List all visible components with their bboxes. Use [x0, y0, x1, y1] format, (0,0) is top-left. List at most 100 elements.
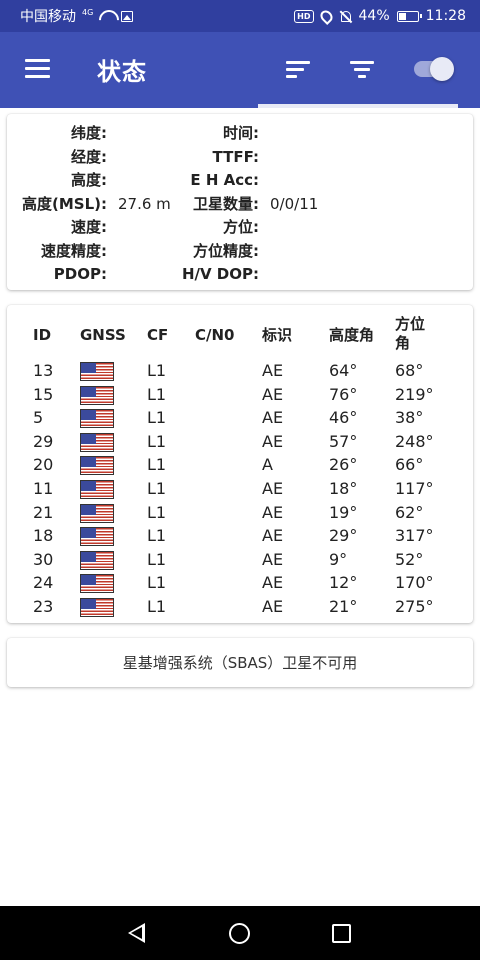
sat-id: 21	[33, 502, 54, 522]
status-value: 0/0/11	[270, 194, 319, 213]
sat-cf: L1	[147, 573, 167, 593]
header-flags: 标识	[262, 326, 293, 344]
status-label: H/V DOP:	[181, 265, 259, 283]
sat-flags: AE	[262, 431, 284, 451]
home-icon[interactable]	[229, 923, 250, 944]
clock: 11:28	[425, 8, 466, 24]
flag-canton	[81, 551, 96, 562]
status-card: 纬度: 经度: 高度: 高度(MSL): 27.6 m 速度: 速度精度: PDOP: 时间: T…	[7, 114, 473, 290]
location-icon	[317, 7, 335, 25]
sat-elevation: 18°	[329, 479, 358, 498]
sat-cf: L1	[147, 597, 167, 616]
status-label: 方位:	[223, 218, 259, 236]
status-label: 时间:	[223, 124, 259, 142]
sat-id: 20	[33, 455, 54, 475]
sat-elevation: 19°	[329, 502, 358, 522]
app-bar: 状态	[0, 32, 480, 108]
us-flag-icon	[80, 432, 114, 452]
sat-azimuth: 68°	[395, 361, 424, 380]
battery-icon	[396, 10, 422, 22]
sort-icon[interactable]	[286, 61, 310, 79]
sat-flags: AE	[262, 502, 284, 522]
status-row-right: TTFF:	[7, 146, 473, 169]
sat-elevation: 26°	[329, 455, 358, 475]
status-row-right: E H Acc:	[7, 169, 473, 192]
status-row-right: 时间:	[7, 122, 473, 145]
sat-azimuth: 248°	[395, 431, 434, 451]
sat-flags: A	[262, 455, 273, 475]
status-row-right: 卫星数量: 0/0/11	[7, 193, 473, 216]
navigation-bar	[0, 906, 480, 960]
sat-azimuth: 66°	[395, 455, 424, 475]
back-icon[interactable]	[128, 923, 145, 943]
flag-canton	[81, 528, 96, 539]
sat-elevation: 12°	[329, 573, 358, 593]
sat-azimuth: 219°	[395, 384, 434, 404]
network-badge: 4G	[82, 7, 94, 17]
sbas-message: 星基增强系统（SBAS）卫星不可用	[122, 654, 358, 672]
flag-canton	[81, 599, 96, 609]
sat-flags: AE	[262, 526, 284, 546]
carrier-label: 中国移动	[20, 9, 76, 25]
sat-id: 29	[33, 431, 54, 451]
us-flag-icon	[80, 362, 114, 381]
header-id: ID	[33, 326, 52, 344]
sat-azimuth: 38°	[395, 408, 424, 428]
sat-elevation: 29°	[329, 526, 358, 546]
us-flag-icon	[80, 385, 114, 405]
flag-canton	[81, 433, 96, 444]
recent-apps-icon[interactable]	[332, 924, 351, 943]
toggle-switch[interactable]	[412, 57, 454, 81]
sat-azimuth: 52°	[395, 549, 424, 569]
sat-azimuth: 62°	[395, 502, 424, 522]
wifi-icon	[99, 10, 115, 22]
sat-cf: L1	[147, 502, 167, 522]
sat-id: 15	[33, 384, 54, 404]
tab-indicator	[258, 104, 458, 108]
sat-flags: AE	[262, 479, 284, 498]
status-label: TTFF:	[212, 147, 259, 166]
sat-cf: L1	[147, 361, 167, 380]
flag-canton	[81, 363, 96, 373]
sat-cf: L1	[147, 526, 167, 546]
sat-id: 5	[33, 408, 44, 428]
header-azimuth-line1: 方位	[395, 315, 426, 333]
header-cf: CF	[147, 326, 169, 344]
battery-level	[398, 12, 406, 20]
flag-canton	[81, 386, 96, 397]
sat-elevation: 57°	[329, 431, 358, 451]
header-cn0: C/N0	[195, 326, 235, 344]
sat-azimuth: 117°	[395, 479, 434, 498]
sbas-card: 星基增强系统（SBAS）卫星不可用	[7, 638, 473, 687]
sat-cf: L1	[147, 408, 167, 428]
sat-id: 30	[33, 549, 54, 569]
sat-flags: AE	[262, 597, 284, 616]
us-flag-icon	[80, 480, 114, 499]
toggle-knob	[430, 57, 454, 81]
us-flag-icon	[80, 527, 114, 547]
status-row-right: 方位:	[7, 216, 473, 239]
satellite-table-card: ID GNSS CF C/N0 标识 高度角 方位 角 13 L1 AE 64° 68°…	[7, 305, 473, 623]
sat-flags: AE	[262, 408, 284, 428]
sat-elevation: 9°	[329, 549, 348, 569]
sat-id: 24	[33, 573, 54, 593]
sat-elevation: 64°	[329, 361, 358, 380]
sat-id: 13	[33, 361, 54, 380]
header-elevation: 高度角	[329, 326, 375, 344]
us-flag-icon	[80, 503, 114, 523]
image-icon	[121, 10, 134, 22]
sat-flags: AE	[262, 384, 284, 404]
header-gnss: GNSS	[80, 326, 126, 344]
sat-flags: AE	[262, 573, 284, 593]
menu-icon[interactable]	[25, 59, 50, 79]
sat-id: 11	[33, 479, 54, 498]
sat-flags: AE	[262, 361, 284, 380]
status-bar-right: HD 44% 11:28	[294, 7, 466, 25]
flag-canton	[81, 504, 96, 515]
sat-cf: L1	[147, 431, 167, 451]
header-azimuth-line2: 角	[395, 334, 411, 352]
status-bar: 中国移动 4G HD 44% 11:28	[0, 0, 480, 32]
flag-canton	[81, 457, 96, 468]
status-label: E H Acc:	[190, 171, 259, 189]
filter-icon[interactable]	[350, 61, 374, 79]
